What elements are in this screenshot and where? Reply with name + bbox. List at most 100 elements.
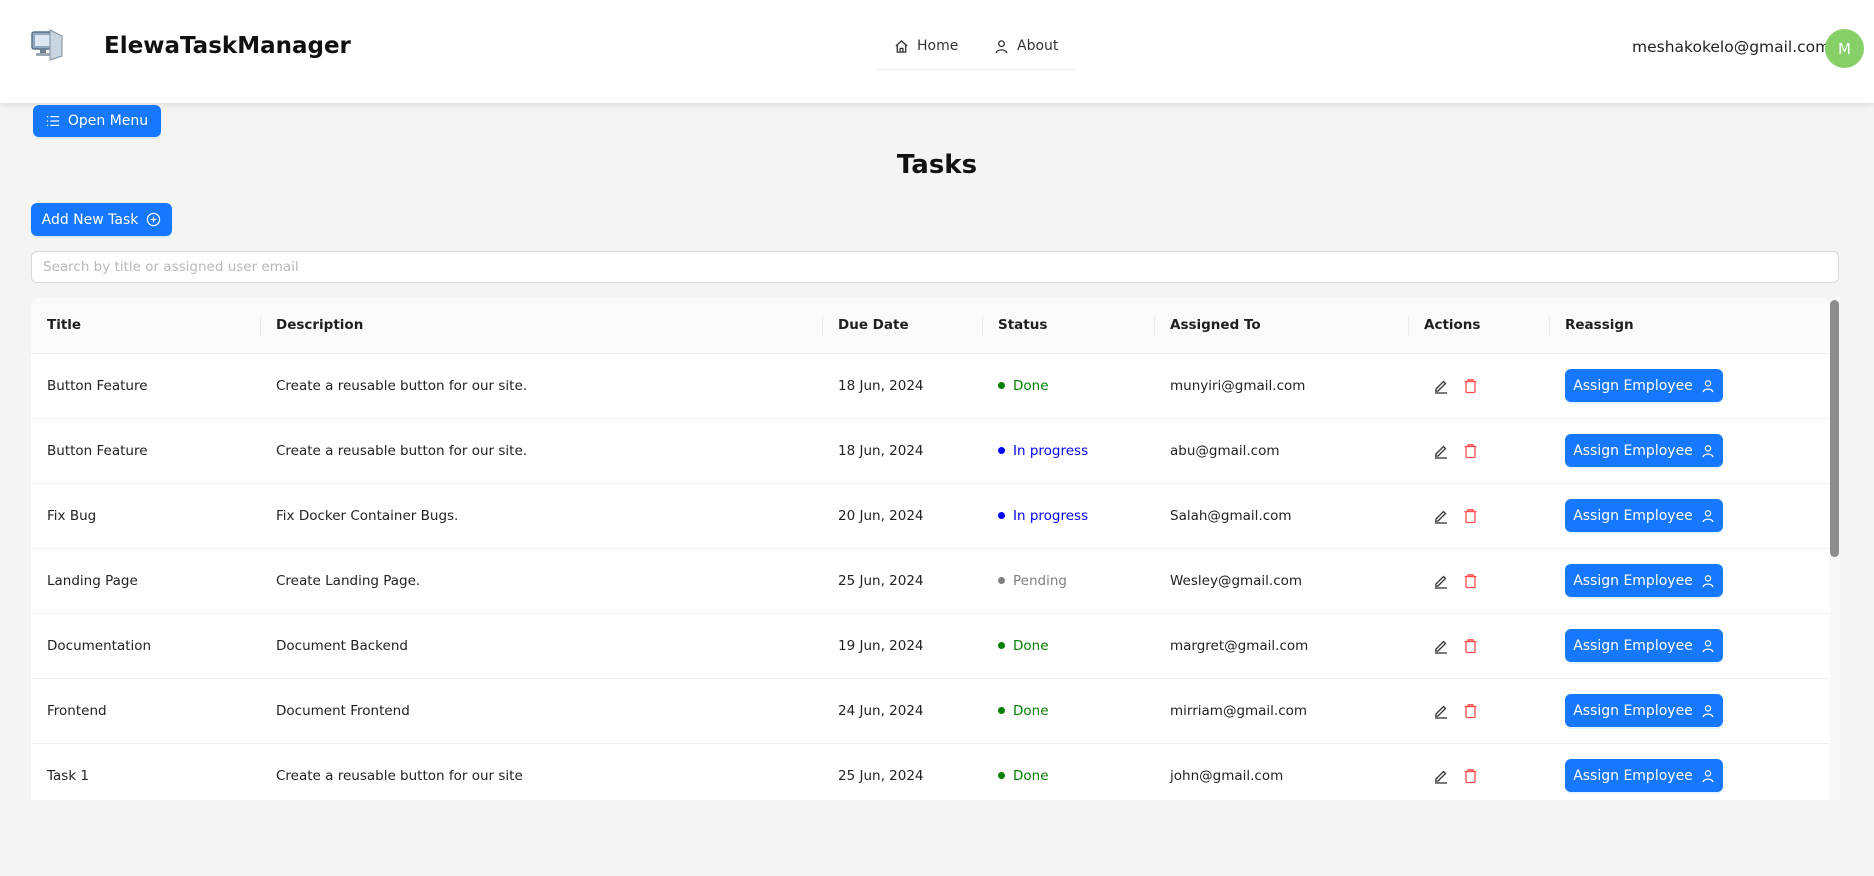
task-due-date: 18 Jun, 2024 bbox=[822, 418, 982, 484]
app-logo-icon bbox=[31, 29, 63, 61]
assign-employee-label: Assign Employee bbox=[1573, 377, 1693, 394]
user-icon bbox=[1702, 379, 1714, 392]
edit-icon[interactable] bbox=[1433, 508, 1449, 524]
column-header-status: Status bbox=[982, 298, 1154, 354]
assign-employee-label: Assign Employee bbox=[1573, 507, 1693, 524]
search-input[interactable] bbox=[31, 251, 1839, 283]
table-row: Frontend Document Frontend 24 Jun, 2024 … bbox=[31, 678, 1830, 744]
task-due-date: 25 Jun, 2024 bbox=[822, 548, 982, 614]
table-row: Documentation Document Backend 19 Jun, 2… bbox=[31, 613, 1830, 679]
status-badge: In progress bbox=[998, 508, 1088, 524]
task-status-cell: Done bbox=[982, 613, 1154, 679]
add-new-task-button[interactable]: Add New Task bbox=[31, 203, 172, 236]
task-assigned-to: john@gmail.com bbox=[1154, 743, 1408, 800]
nav-about[interactable]: About bbox=[994, 38, 1058, 54]
edit-icon[interactable] bbox=[1433, 638, 1449, 654]
table-row: Landing Page Create Landing Page. 25 Jun… bbox=[31, 548, 1830, 614]
task-reassign-cell: Assign Employee bbox=[1549, 353, 1830, 419]
column-header-assigned-to: Assigned To bbox=[1154, 298, 1408, 354]
status-text: In progress bbox=[1013, 507, 1089, 524]
task-title: Button Feature bbox=[31, 353, 260, 419]
status-dot bbox=[998, 642, 1005, 650]
user-icon bbox=[995, 39, 1008, 53]
app-header: ElewaTaskManager Home About meshakokelo@… bbox=[0, 0, 1874, 103]
avatar[interactable]: M bbox=[1825, 29, 1864, 68]
status-dot bbox=[998, 447, 1005, 455]
status-dot bbox=[998, 382, 1005, 390]
user-icon bbox=[1702, 769, 1714, 782]
task-description: Create a reusable button for our site bbox=[260, 743, 822, 800]
open-menu-button[interactable]: Open Menu bbox=[33, 105, 161, 137]
task-title: Landing Page bbox=[31, 548, 260, 614]
delete-icon[interactable] bbox=[1463, 573, 1478, 589]
task-actions-cell bbox=[1408, 418, 1549, 484]
delete-icon[interactable] bbox=[1463, 703, 1478, 719]
task-status-cell: Done bbox=[982, 353, 1154, 419]
edit-icon[interactable] bbox=[1433, 703, 1449, 719]
main-nav: Home About bbox=[876, 26, 1076, 70]
nav-home[interactable]: Home bbox=[894, 38, 958, 54]
assign-employee-button[interactable]: Assign Employee bbox=[1565, 564, 1723, 597]
user-icon bbox=[1702, 574, 1714, 587]
task-due-date: 20 Jun, 2024 bbox=[822, 483, 982, 549]
assign-employee-button[interactable]: Assign Employee bbox=[1565, 369, 1723, 402]
column-header-description: Description bbox=[260, 298, 822, 354]
assign-employee-button[interactable]: Assign Employee bbox=[1565, 759, 1723, 792]
assign-employee-button[interactable]: Assign Employee bbox=[1565, 434, 1723, 467]
table-scrollbar-thumb[interactable] bbox=[1830, 300, 1839, 557]
assign-employee-label: Assign Employee bbox=[1573, 702, 1693, 719]
task-assigned-to: munyiri@gmail.com bbox=[1154, 353, 1408, 419]
task-assigned-to: Salah@gmail.com bbox=[1154, 483, 1408, 549]
delete-icon[interactable] bbox=[1463, 443, 1478, 459]
status-badge: Pending bbox=[998, 573, 1067, 589]
task-actions-cell bbox=[1408, 353, 1549, 419]
delete-icon[interactable] bbox=[1463, 378, 1478, 394]
task-description: Document Frontend bbox=[260, 678, 822, 744]
task-description: Create a reusable button for our site. bbox=[260, 353, 822, 419]
table-row: Fix Bug Fix Docker Container Bugs. 20 Ju… bbox=[31, 483, 1830, 549]
task-description: Document Backend bbox=[260, 613, 822, 679]
tasks-table: Title Description Due Date Status Assign… bbox=[31, 298, 1830, 800]
assign-employee-button[interactable]: Assign Employee bbox=[1565, 694, 1723, 727]
user-icon bbox=[1702, 444, 1714, 457]
assign-employee-button[interactable]: Assign Employee bbox=[1565, 499, 1723, 532]
task-actions-cell bbox=[1408, 678, 1549, 744]
edit-icon[interactable] bbox=[1433, 573, 1449, 589]
status-text: Done bbox=[1013, 637, 1049, 654]
delete-icon[interactable] bbox=[1463, 508, 1478, 524]
task-description: Fix Docker Container Bugs. bbox=[260, 483, 822, 549]
assign-employee-button[interactable]: Assign Employee bbox=[1565, 629, 1723, 662]
delete-icon[interactable] bbox=[1463, 638, 1478, 654]
task-status-cell: In progress bbox=[982, 418, 1154, 484]
task-status-cell: In progress bbox=[982, 483, 1154, 549]
menu-unfold-icon bbox=[46, 115, 59, 127]
status-dot bbox=[998, 577, 1005, 585]
edit-icon[interactable] bbox=[1433, 378, 1449, 394]
task-status-cell: Pending bbox=[982, 548, 1154, 614]
task-due-date: 25 Jun, 2024 bbox=[822, 743, 982, 800]
task-due-date: 24 Jun, 2024 bbox=[822, 678, 982, 744]
task-actions-cell bbox=[1408, 548, 1549, 614]
edit-icon[interactable] bbox=[1433, 443, 1449, 459]
task-reassign-cell: Assign Employee bbox=[1549, 613, 1830, 679]
edit-icon[interactable] bbox=[1433, 768, 1449, 784]
task-title: Task 1 bbox=[31, 743, 260, 800]
task-title: Documentation bbox=[31, 613, 260, 679]
delete-icon[interactable] bbox=[1463, 768, 1478, 784]
assign-employee-label: Assign Employee bbox=[1573, 442, 1693, 459]
status-text: In progress bbox=[1013, 442, 1089, 459]
column-header-reassign: Reassign bbox=[1549, 298, 1830, 354]
plus-circle-icon bbox=[147, 212, 161, 227]
status-dot bbox=[998, 707, 1005, 715]
task-assigned-to: mirriam@gmail.com bbox=[1154, 678, 1408, 744]
task-status-cell: Done bbox=[982, 743, 1154, 800]
column-header-title: Title bbox=[31, 298, 260, 354]
home-icon bbox=[895, 39, 908, 53]
status-badge: Done bbox=[998, 703, 1049, 719]
task-reassign-cell: Assign Employee bbox=[1549, 743, 1830, 800]
table-row: Task 1 Create a reusable button for our … bbox=[31, 743, 1830, 800]
user-icon bbox=[1702, 639, 1714, 652]
table-row: Button Feature Create a reusable button … bbox=[31, 353, 1830, 419]
task-status-cell: Done bbox=[982, 678, 1154, 744]
user-icon bbox=[1702, 704, 1714, 717]
